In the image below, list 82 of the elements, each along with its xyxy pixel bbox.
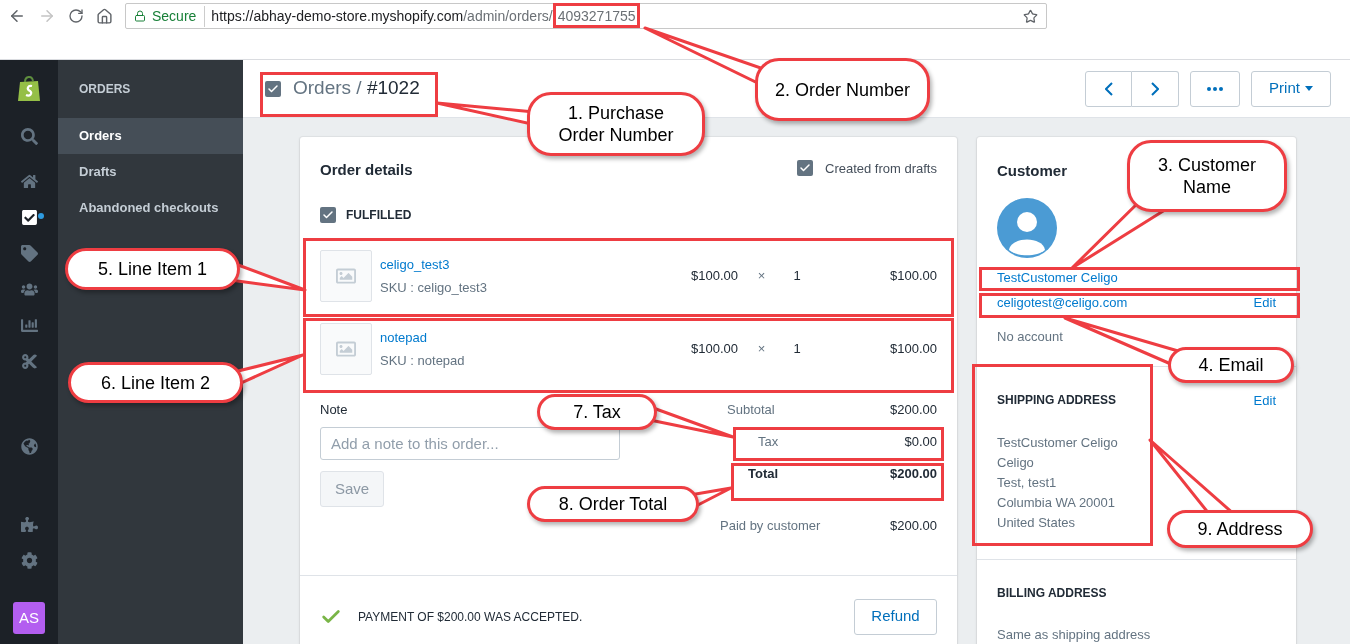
home-icon[interactable] (20, 172, 38, 190)
quantity: 1 (792, 340, 802, 359)
caret-icon (1304, 86, 1313, 91)
account-status: No account (997, 327, 1063, 346)
summary-label: Subtotal (726, 400, 775, 419)
checkbox-icon (265, 80, 281, 97)
edit-link[interactable]: Edit (1253, 293, 1276, 313)
quantity: 1 (792, 267, 802, 286)
callout: 9. Address (1167, 510, 1313, 548)
card-title: Customer (997, 161, 1067, 181)
print-button[interactable]: Print (1251, 70, 1331, 107)
settings-icon[interactable] (20, 551, 38, 569)
refund-button[interactable]: Refund (854, 598, 937, 635)
fulfillment-status: FULFILLED (346, 206, 412, 224)
address-line: United States (997, 513, 1076, 532)
checkbox-icon (797, 160, 813, 177)
callout: 4. Email (1168, 347, 1294, 383)
home-icon[interactable] (96, 7, 113, 25)
summary-label: Paid by customer (720, 516, 821, 535)
summary-value: $200.00 (890, 400, 937, 419)
globe-icon[interactable] (20, 437, 38, 455)
search-icon[interactable] (20, 127, 38, 145)
avatar-icon (997, 197, 1057, 258)
card-title: Order details (320, 160, 413, 180)
summary-value: $200.00 (890, 516, 937, 535)
unit-price: $100.00 (690, 267, 738, 286)
customer-email[interactable]: celigotest@celigo.com (997, 293, 1128, 313)
summary-value: $0.00 (904, 432, 937, 451)
image-icon (336, 339, 356, 359)
next-button[interactable] (1132, 70, 1179, 107)
address-line: Celigo (997, 453, 1034, 472)
address-field[interactable]: Secure https://abhay-demo-store.myshopify.com/admin/orders/ 4093271755 (125, 3, 1047, 29)
bookmark-star-icon[interactable] (1023, 8, 1038, 24)
address-line: TestCustomer Celigo (997, 433, 1118, 452)
nav-item[interactable]: Drafts (58, 154, 243, 190)
multiply-sign: × (756, 267, 767, 286)
customer-name[interactable]: TestCustomer Celigo (997, 267, 1118, 287)
product-sku: SKU : notepad (380, 351, 466, 370)
checkbox-icon (320, 206, 336, 223)
more-icon (1207, 86, 1223, 91)
callout: 1. Purchase Order Number (527, 92, 705, 156)
image-icon (336, 266, 356, 286)
line-total: $100.00 (889, 267, 937, 286)
shopping-bag-logo[interactable] (17, 74, 41, 102)
checkbox-icon[interactable] (20, 208, 38, 226)
section-title: ORDERS (79, 81, 131, 98)
reload-icon[interactable] (68, 8, 84, 24)
callout: 7. Tax (537, 394, 657, 430)
edit-link[interactable]: Edit (1253, 391, 1276, 411)
bar-chart-icon[interactable] (20, 316, 38, 334)
summary-value: $200.00 (890, 464, 937, 483)
address-line: Test, test1 (997, 473, 1057, 492)
line-total: $100.00 (889, 340, 937, 359)
previous-button[interactable] (1085, 70, 1132, 107)
page-title: Orders / #1022 (293, 76, 420, 101)
summary-label: Total (747, 464, 779, 483)
puzzle-icon[interactable] (20, 515, 38, 533)
callout: 3. Customer Name (1127, 140, 1287, 212)
unit-price: $100.00 (690, 340, 738, 359)
nav-item[interactable]: Abandoned checkouts (58, 190, 243, 226)
billing-address: Same as shipping address (997, 625, 1151, 644)
multiply-sign: × (756, 340, 767, 359)
section-heading: SHIPPING ADDRESS (997, 392, 1116, 409)
scissors-icon[interactable] (20, 352, 38, 370)
source-label: Created from drafts (825, 159, 937, 178)
lock-icon (134, 10, 146, 22)
nav-item[interactable]: Orders (58, 118, 243, 154)
chevron-left-icon (1104, 81, 1113, 96)
product-link[interactable]: notepad (380, 328, 680, 348)
note-field[interactable]: Add a note to this order... (320, 427, 620, 460)
product-sku: SKU : celigo_test3 (380, 278, 488, 297)
callout: 2. Order Number (755, 58, 930, 121)
chevron-right-icon (1151, 81, 1159, 96)
back-icon[interactable] (8, 7, 26, 25)
summary-label: Tax (757, 432, 779, 451)
product-link[interactable]: celigo_test3 (380, 255, 680, 275)
section-heading: BILLING ADDRESS (997, 584, 1107, 602)
tag-icon[interactable] (20, 244, 38, 262)
payment-message: PAYMENT OF $200.00 WAS ACCEPTED. (358, 608, 583, 626)
note-label: Note (320, 400, 348, 419)
user-avatar[interactable]: AS (13, 602, 45, 634)
address-line: Columbia WA 20001 (997, 493, 1116, 512)
